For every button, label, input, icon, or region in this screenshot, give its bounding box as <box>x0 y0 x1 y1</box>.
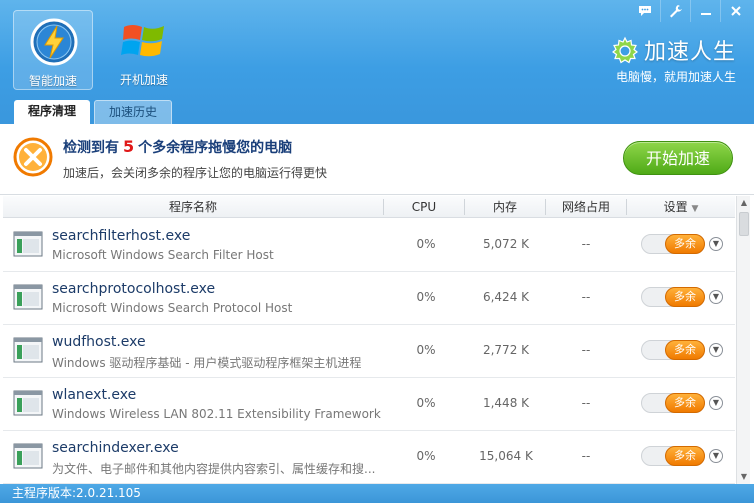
toggle-label: 多余 <box>665 446 705 466</box>
warning-x-icon <box>13 137 53 177</box>
memory-value: 6,424 K <box>482 290 530 304</box>
program-window-icon <box>13 231 43 257</box>
column-header-name[interactable]: 程序名称 <box>3 196 383 218</box>
column-header-cpu[interactable]: CPU <box>384 196 464 218</box>
redundant-toggle[interactable]: 多余 <box>641 446 705 466</box>
minimize-icon[interactable] <box>690 0 720 22</box>
header-bar: 智能加速 开机加速 加速人生 电脑慢，就用加速人生 程序清理 加速历史 <box>0 0 754 124</box>
table-row[interactable]: searchindexer.exe 为文件、电子邮件和其他内容提供内容索引、属性… <box>3 431 735 484</box>
network-value: -- <box>581 449 591 463</box>
column-header-memory[interactable]: 内存 <box>465 196 545 218</box>
alert-headline: 检测到有 5 个多余程序拖慢您的电脑 <box>63 137 292 157</box>
cpu-value: 0% <box>416 237 436 251</box>
network-value: -- <box>581 237 591 251</box>
process-description: 为文件、电子邮件和其他内容提供内容索引、属性缓存和搜... <box>52 462 376 476</box>
settings-wrench-icon[interactable] <box>660 0 690 22</box>
cpu-value: 0% <box>416 396 436 410</box>
chevron-down-icon[interactable]: ▼ <box>709 290 723 304</box>
alert-suffix: 个多余程序拖慢您的电脑 <box>138 140 293 156</box>
brand-block: 加速人生 电脑慢，就用加速人生 <box>610 34 736 85</box>
process-description: Windows 驱动程序基础 - 用户模式驱动程序框架主机进程 <box>52 356 362 370</box>
scroll-up-icon[interactable]: ▲ <box>737 196 751 210</box>
tab-accelerate-history[interactable]: 加速历史 <box>94 100 173 124</box>
column-header-network[interactable]: 网络占用 <box>546 196 626 218</box>
smart-accelerate-button[interactable]: 智能加速 <box>13 10 93 90</box>
alert-panel: 检测到有 5 个多余程序拖慢您的电脑 加速后，会关闭多余的程序让您的电脑运行得更快 … <box>0 124 754 195</box>
cpu-value: 0% <box>416 290 436 304</box>
toggle-label: 多余 <box>665 287 705 307</box>
start-accelerate-button[interactable]: 开始加速 <box>623 141 733 175</box>
redundant-toggle[interactable]: 多余 <box>641 234 705 254</box>
process-name: searchprotocolhost.exe <box>52 281 216 297</box>
chevron-down-icon[interactable]: ▼ <box>709 237 723 251</box>
chevron-down-icon[interactable]: ▼ <box>709 449 723 463</box>
table-row[interactable]: wlanext.exe Windows Wireless LAN 802.11 … <box>3 378 735 431</box>
brand-name: 加速人生 <box>643 40 736 65</box>
close-icon[interactable] <box>720 0 750 22</box>
process-name: searchindexer.exe <box>52 440 179 456</box>
memory-value: 2,772 K <box>482 343 530 357</box>
version-label: 主程序版本:2.0.21.105 <box>12 486 141 500</box>
program-window-icon <box>13 390 43 416</box>
tab-program-cleanup[interactable]: 程序清理 <box>14 100 91 124</box>
cpu-value: 0% <box>416 449 436 463</box>
process-description: Microsoft Windows Search Filter Host <box>52 248 274 262</box>
redundant-toggle[interactable]: 多余 <box>641 340 705 360</box>
column-header-settings[interactable]: 设置 ▼ <box>627 196 735 218</box>
tab-bar: 程序清理 加速历史 <box>14 100 176 124</box>
alert-count: 5 <box>123 137 135 156</box>
process-description: Microsoft Windows Search Protocol Host <box>52 301 293 315</box>
chevron-down-icon[interactable]: ▼ <box>709 343 723 357</box>
network-value: -- <box>581 396 591 410</box>
status-bar: 主程序版本:2.0.21.105 <box>0 484 754 503</box>
windows-logo-icon <box>121 25 164 57</box>
toggle-label: 多余 <box>665 393 705 413</box>
program-window-icon <box>13 443 43 469</box>
network-value: -- <box>581 290 591 304</box>
program-window-icon <box>13 284 43 310</box>
toggle-label: 多余 <box>665 234 705 254</box>
process-name: wudfhost.exe <box>52 334 146 350</box>
window-controls <box>630 0 750 24</box>
table-row[interactable]: searchprotocolhost.exe Microsoft Windows… <box>3 272 735 325</box>
redundant-toggle[interactable]: 多余 <box>641 393 705 413</box>
brand-slogan: 电脑慢，就用加速人生 <box>615 70 736 84</box>
boot-accelerate-button[interactable]: 开机加速 <box>104 10 184 90</box>
alert-detail: 加速后，会关闭多余的程序让您的电脑运行得更快 <box>63 166 328 180</box>
chevron-down-icon[interactable]: ▼ <box>709 396 723 410</box>
alert-prefix: 检测到有 <box>63 140 119 156</box>
toggle-label: 多余 <box>665 340 705 360</box>
program-window-icon <box>13 337 43 363</box>
table-header: 程序名称 CPU 内存 网络占用 设置 ▼ <box>3 196 735 218</box>
boot-accelerate-label: 开机加速 <box>119 73 168 87</box>
vertical-scrollbar[interactable]: ▲ ▼ <box>736 196 750 484</box>
smart-accelerate-label: 智能加速 <box>28 74 77 88</box>
process-name: wlanext.exe <box>52 387 137 403</box>
memory-value: 1,448 K <box>482 396 530 410</box>
network-value: -- <box>581 343 591 357</box>
scroll-down-icon[interactable]: ▼ <box>737 470 751 484</box>
memory-value: 5,072 K <box>482 237 530 251</box>
process-name: searchfilterhost.exe <box>52 228 191 244</box>
table-row[interactable]: searchfilterhost.exe Microsoft Windows S… <box>3 219 735 272</box>
process-description: Windows Wireless LAN 802.11 Extensibilit… <box>52 407 381 421</box>
table-row[interactable]: wudfhost.exe Windows 驱动程序基础 - 用户模式驱动程序框架… <box>3 325 735 378</box>
sort-down-icon: ▼ <box>691 204 699 214</box>
memory-value: 15,064 K <box>479 449 533 463</box>
gear-logo-icon <box>612 36 638 64</box>
settings-header-label: 设置 <box>663 200 688 214</box>
redundant-toggle[interactable]: 多余 <box>641 287 705 307</box>
cpu-value: 0% <box>416 343 436 357</box>
scroll-thumb[interactable] <box>739 212 749 236</box>
process-list: searchfilterhost.exe Microsoft Windows S… <box>3 219 735 484</box>
lightning-speedometer-icon <box>30 18 78 66</box>
message-icon[interactable] <box>630 0 660 22</box>
